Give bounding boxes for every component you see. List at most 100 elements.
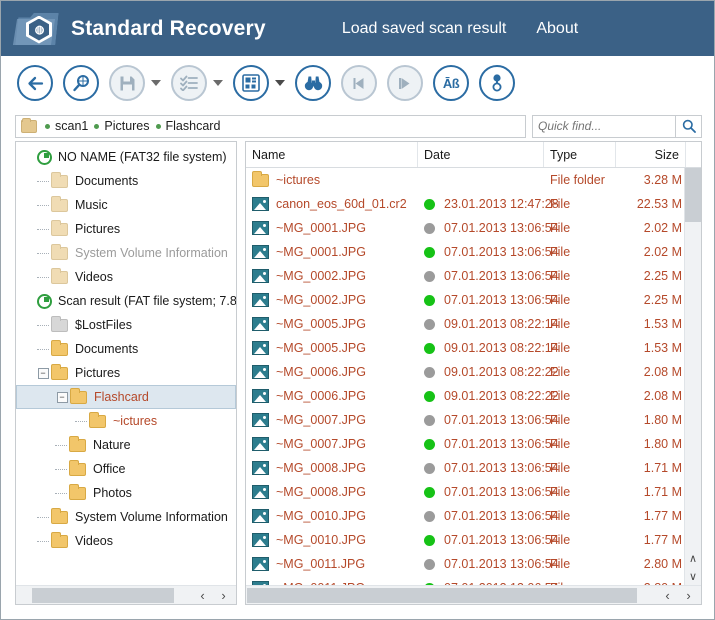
- file-type-label: File: [550, 413, 570, 427]
- table-row[interactable]: ~MG_0008.JPG07.01.2013 13:06:54File1.71 …: [246, 480, 701, 504]
- breadcrumb[interactable]: scan1 Pictures Flashcard: [15, 115, 526, 138]
- folder-tree[interactable]: NO NAME (FAT32 file system)DocumentsMusi…: [16, 142, 236, 585]
- tree-item-flashcard[interactable]: −Flashcard: [16, 385, 236, 409]
- table-row[interactable]: ~MG_0001.JPG07.01.2013 13:06:54File2.02 …: [246, 216, 701, 240]
- tree-item-lostfiles[interactable]: $LostFiles: [16, 313, 236, 337]
- save-button[interactable]: [109, 65, 145, 101]
- cell-size: 2.08 M: [616, 389, 686, 403]
- table-row[interactable]: ~MG_0007.JPG07.01.2013 13:06:54File1.80 …: [246, 432, 701, 456]
- save-dropdown-caret[interactable]: [151, 80, 161, 86]
- cell-type: File: [544, 461, 616, 475]
- table-row[interactable]: ~icturesFile folder3.28 M: [246, 168, 701, 192]
- tree-item-documents[interactable]: Documents: [16, 169, 236, 193]
- column-header-name[interactable]: Name: [246, 142, 418, 167]
- file-list-scroll-down-button[interactable]: ∨: [685, 567, 701, 585]
- file-type-label: File: [550, 341, 570, 355]
- cell-size: 2.02 M: [616, 221, 686, 235]
- file-size-label: 2.08 M: [644, 389, 682, 403]
- file-name-label: canon_eos_60d_01.cr2: [276, 197, 407, 211]
- tree-collapse-toggle[interactable]: −: [36, 366, 50, 380]
- scan-button[interactable]: [63, 65, 99, 101]
- tree-item-photos[interactable]: Photos: [16, 481, 236, 505]
- cell-size: 1.77 M: [616, 509, 686, 523]
- file-type-label: File: [550, 317, 570, 331]
- table-row[interactable]: ~MG_0001.JPG07.01.2013 13:06:54File2.02 …: [246, 240, 701, 264]
- tree-item-music[interactable]: Music: [16, 193, 236, 217]
- previous-item-button[interactable]: [341, 65, 377, 101]
- about-link[interactable]: About: [536, 20, 578, 38]
- file-list-scroll-up-button[interactable]: ∧: [685, 549, 701, 567]
- table-row[interactable]: canon_eos_60d_01.cr223.01.2013 12:47:28F…: [246, 192, 701, 216]
- cell-date: 07.01.2013 13:06:54: [418, 269, 544, 283]
- breadcrumb-item-pictures[interactable]: Pictures: [92, 119, 153, 133]
- list-options-button[interactable]: [171, 65, 207, 101]
- table-row[interactable]: ~MG_0006.JPG09.01.2013 08:22:22File2.08 …: [246, 360, 701, 384]
- table-row[interactable]: ~MG_0010.JPG07.01.2013 13:06:54File1.77 …: [246, 528, 701, 552]
- file-type-label: File: [550, 533, 570, 547]
- tree-item-pictures[interactable]: Pictures: [16, 217, 236, 241]
- column-header-type[interactable]: Type: [544, 142, 616, 167]
- file-list-scroll-left-button[interactable]: ‹: [657, 586, 678, 604]
- table-row[interactable]: ~MG_0007.JPG07.01.2013 13:06:54File1.80 …: [246, 408, 701, 432]
- next-item-button[interactable]: [387, 65, 423, 101]
- folder-pale-icon: [51, 175, 68, 188]
- image-file-icon: [252, 437, 269, 451]
- table-row[interactable]: ~MG_0006.JPG09.01.2013 08:22:22File2.08 …: [246, 384, 701, 408]
- table-row[interactable]: ~MG_0011.JPG07.01.2013 13:06:54File2.80 …: [246, 576, 701, 585]
- back-button[interactable]: [17, 65, 53, 101]
- view-mode-button[interactable]: [233, 65, 269, 101]
- status-badge: [424, 175, 435, 186]
- tree-item-system-volume-information[interactable]: System Volume Information: [16, 505, 236, 529]
- cell-name: ~MG_0005.JPG: [246, 317, 418, 331]
- tree-horizontal-scrollbar[interactable]: ‹ ›: [16, 585, 236, 604]
- table-row[interactable]: ~MG_0011.JPG07.01.2013 13:06:54File2.80 …: [246, 552, 701, 576]
- tree-item-pictures[interactable]: −Pictures: [16, 361, 236, 385]
- tree-item-documents[interactable]: Documents: [16, 337, 236, 361]
- search-button[interactable]: [676, 115, 702, 138]
- file-list-header: NameDateTypeSize: [246, 142, 701, 168]
- load-saved-scan-result-link[interactable]: Load saved scan result: [342, 20, 507, 38]
- table-row[interactable]: ~MG_0002.JPG07.01.2013 13:06:54File2.25 …: [246, 264, 701, 288]
- file-list-horizontal-scrollbar[interactable]: ‹ ›: [246, 585, 701, 604]
- find-button[interactable]: [295, 65, 331, 101]
- file-date-label: 07.01.2013 13:06:54: [444, 413, 559, 427]
- table-row[interactable]: ~MG_0008.JPG07.01.2013 13:06:54File1.71 …: [246, 456, 701, 480]
- tree-scroll-left-button[interactable]: ‹: [192, 586, 213, 604]
- quick-find-field[interactable]: [532, 115, 676, 138]
- file-list-vscroll-thumb[interactable]: [685, 168, 701, 222]
- tree-hscroll-thumb[interactable]: [32, 588, 174, 603]
- tree-item-videos[interactable]: Videos: [16, 265, 236, 289]
- file-name-label: ~ictures: [276, 173, 320, 187]
- tree-item-videos[interactable]: Videos: [16, 529, 236, 553]
- table-row[interactable]: ~MG_0005.JPG09.01.2013 08:22:14File1.53 …: [246, 312, 701, 336]
- tree-item-system-volume-information[interactable]: System Volume Information: [16, 241, 236, 265]
- tree-item-nature[interactable]: Nature: [16, 433, 236, 457]
- step-forward-icon: [397, 77, 414, 90]
- column-header-size[interactable]: Size: [616, 142, 686, 167]
- tree-scroll-right-button[interactable]: ›: [213, 586, 234, 604]
- file-list-scroll-right-button[interactable]: ›: [678, 586, 699, 604]
- file-size-label: 1.53 M: [644, 317, 682, 331]
- list-options-dropdown-caret[interactable]: [213, 80, 223, 86]
- view-mode-dropdown-caret[interactable]: [275, 80, 285, 86]
- table-row[interactable]: ~MG_0010.JPG07.01.2013 13:06:54File1.77 …: [246, 504, 701, 528]
- column-header-date[interactable]: Date: [418, 142, 544, 167]
- breadcrumb-label: Pictures: [104, 119, 149, 133]
- account-button[interactable]: [479, 65, 515, 101]
- file-list-hscroll-thumb[interactable]: [247, 588, 637, 603]
- tree-item-office[interactable]: Office: [16, 457, 236, 481]
- file-list-vertical-scrollbar[interactable]: ∧ ∨: [684, 168, 701, 585]
- tree-item-ictures[interactable]: ~ictures: [16, 409, 236, 433]
- table-row[interactable]: ~MG_0005.JPG09.01.2013 08:22:14File1.53 …: [246, 336, 701, 360]
- tree-leaf-connector: [36, 174, 50, 188]
- encoding-button[interactable]: Āß: [433, 65, 469, 101]
- breadcrumb-item-scan1[interactable]: scan1: [43, 119, 92, 133]
- tree-collapse-toggle[interactable]: −: [55, 390, 69, 404]
- file-list-rows-container[interactable]: ~icturesFile folder3.28 Mcanon_eos_60d_0…: [246, 168, 701, 585]
- tree-item-scan-result-fat-file-system-7-86-gb-in-56[interactable]: Scan result (FAT file system; 7.86 GB in…: [16, 289, 236, 313]
- search-input[interactable]: [538, 119, 675, 133]
- file-size-label: 3.28 M: [644, 173, 682, 187]
- table-row[interactable]: ~MG_0002.JPG07.01.2013 13:06:54File2.25 …: [246, 288, 701, 312]
- tree-item-no-name-fat32-file-system[interactable]: NO NAME (FAT32 file system): [16, 145, 236, 169]
- breadcrumb-item-flashcard[interactable]: Flashcard: [154, 119, 225, 133]
